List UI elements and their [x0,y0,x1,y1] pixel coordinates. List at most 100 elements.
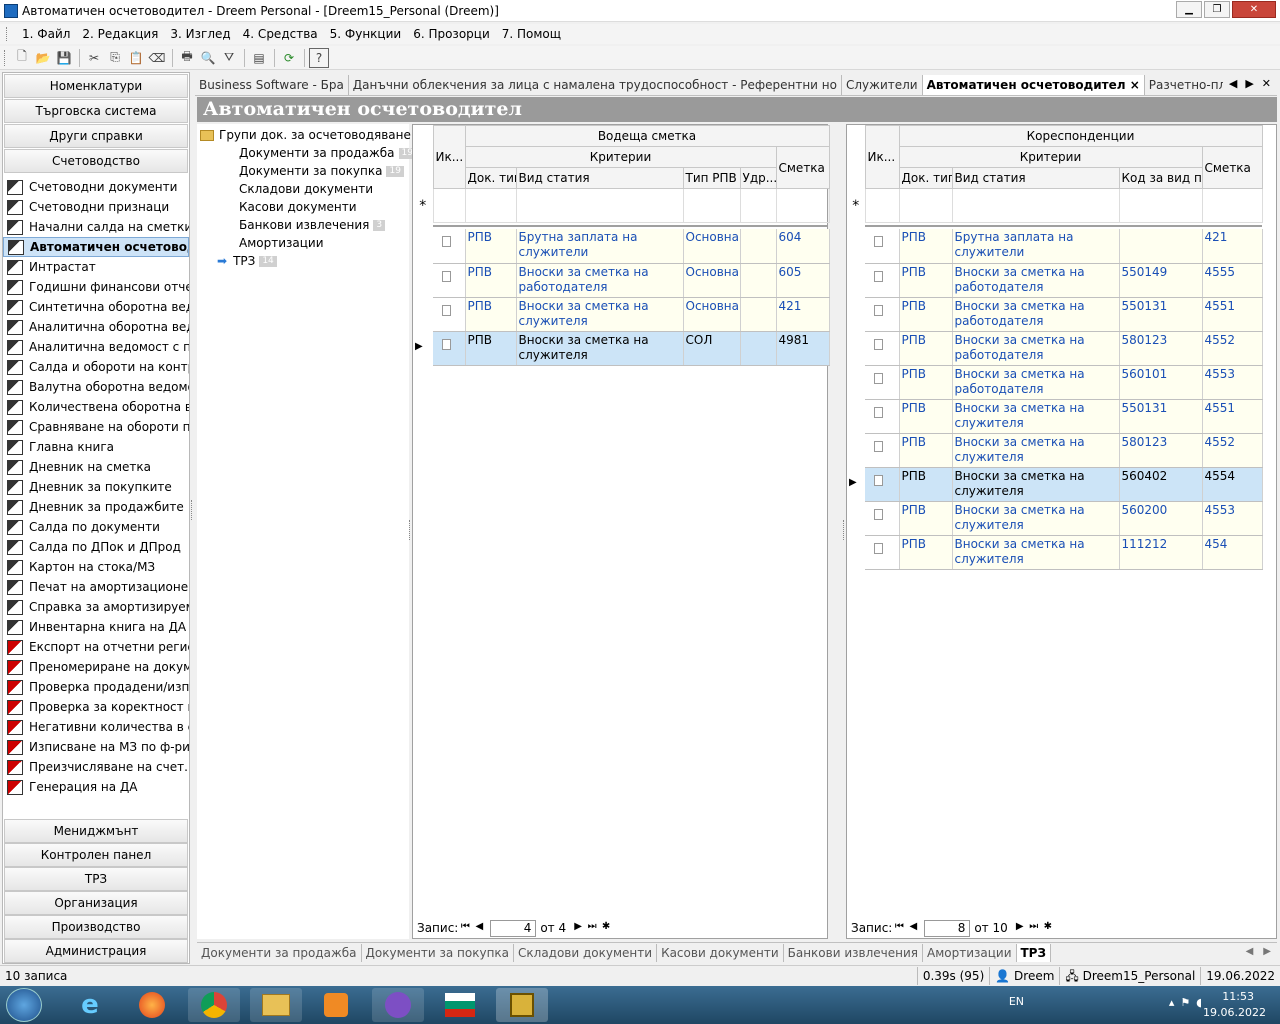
nav-section-header[interactable]: Администрация [4,939,188,963]
cell-type[interactable]: СОЛ [683,331,741,366]
nav-item[interactable]: Счетоводни признаци [3,197,189,217]
bulgarian-app-icon[interactable] [434,988,486,1022]
row-selector[interactable] [847,433,865,467]
group-tab[interactable]: Складови документи [514,943,658,962]
group-tab[interactable]: ТРЗ [1016,943,1052,962]
nav-item[interactable]: Дневник на сметка [3,457,189,477]
tab-next-icon[interactable]: ▶ [1245,74,1253,94]
cell-type[interactable]: Основна [683,229,741,264]
cell-kind[interactable]: Вноски за сметка на служителя [952,433,1120,468]
table-row[interactable]: РПВ Брутна заплата на служители 421 [847,229,1263,264]
cell-doc[interactable]: РПВ [899,535,953,570]
row-selector[interactable] [847,399,865,433]
nav-item[interactable]: Картон на стока/МЗ [3,557,189,577]
nav-item[interactable]: Сравняване на обороти п... [3,417,189,437]
col-icon-header[interactable]: Ик... [864,125,900,189]
cell-acc[interactable]: 454 [1202,535,1263,570]
new-record-icon[interactable]: ✱ [1042,921,1054,935]
row-selector[interactable] [847,331,865,365]
document-tab[interactable]: Служители [842,74,923,95]
group-tab[interactable]: Банкови извлечения [784,943,923,962]
cell-doc[interactable]: РПВ [465,263,517,298]
chrome-icon[interactable] [188,988,240,1022]
clock-date[interactable]: 19.06.2022 [1203,1006,1266,1019]
record-number-input[interactable]: 4 [490,919,537,937]
cell-acc[interactable]: 421 [1202,229,1263,264]
cell-type[interactable]: Основна [683,263,741,298]
cell-acc[interactable]: 4552 [1202,433,1263,468]
nav-item[interactable]: Експорт на отчетни регист... [3,637,189,657]
cell-ded[interactable] [740,263,777,298]
nav-item[interactable]: Начални салда на сметки [3,217,189,237]
nav-item[interactable]: Годишни финансови отче... [3,277,189,297]
file-explorer-icon[interactable] [250,988,302,1022]
tab-scroll-left-icon[interactable]: ◀ [1246,943,1254,961]
tree-root[interactable]: Групи док. за осчетоводяване [200,128,411,142]
cell-kind[interactable]: Брутна заплата на служители [516,229,684,264]
cell-code[interactable]: 580123 [1119,331,1203,366]
cell-code[interactable]: 560402 [1119,467,1203,502]
cell-code[interactable]: 560200 [1119,501,1203,536]
nav-item[interactable]: Салда по ДПок и ДПрод [3,537,189,557]
nav-item[interactable]: Интрастат [3,257,189,277]
cell-doc[interactable]: РПВ [899,433,953,468]
nav-item[interactable]: Автоматичен осчетовод... [3,237,189,257]
nav-item[interactable]: Дневник за продажбите [3,497,189,517]
row-selector[interactable] [847,365,865,399]
table-row[interactable]: РПВ Вноски за сметка на работодателя Основ… [413,263,830,298]
col-kind-header[interactable]: Вид статия [951,167,1120,189]
tree-node[interactable]: Амортизации [239,236,324,250]
cell-kind[interactable]: Вноски за сметка на служителя [952,399,1120,434]
cell-acc[interactable]: 4981 [776,331,830,366]
cell-acc[interactable]: 421 [776,297,830,332]
cell-ded[interactable] [740,229,777,264]
cell-code[interactable]: 111212 [1119,535,1203,570]
windows-start-icon[interactable] [6,988,42,1022]
print-icon[interactable]: 🖶 [177,48,197,68]
menu-file[interactable]: 1. Файл [16,27,76,41]
last-record-icon[interactable]: ⏭ [586,921,598,935]
paste-icon[interactable]: 📋 [126,48,146,68]
document-tab[interactable]: Данъчни облекчения за лица с намалена тр… [349,74,842,95]
cell-code[interactable]: 550149 [1119,263,1203,298]
menu-windows[interactable]: 6. Прозорци [407,27,496,41]
cell-acc[interactable]: 4554 [1202,467,1263,502]
cell-kind[interactable]: Вноски за сметка на работодателя [952,297,1120,332]
prev-record-icon[interactable]: ◀ [473,921,485,935]
close-button[interactable]: ✕ [1232,1,1276,18]
table-row[interactable]: РПВ Вноски за сметка на работодателя 55014… [847,263,1263,298]
nav-item[interactable]: Аналитична оборотна вед... [3,317,189,337]
next-record-icon[interactable]: ▶ [572,921,584,935]
cell-doc[interactable]: РПВ [899,331,953,366]
cell-kind[interactable]: Вноски за сметка на работодателя [952,263,1120,298]
group-tab[interactable]: Амортизации [923,943,1017,962]
cell-doc[interactable]: РПВ [899,501,953,536]
cell-kind[interactable]: Вноски за сметка на служителя [952,535,1120,570]
cell-doc[interactable]: РПВ [899,229,953,264]
cell-kind[interactable]: Вноски за сметка на служителя [952,467,1120,502]
nav-section-header[interactable]: ТРЗ [4,867,188,891]
viber-icon[interactable] [372,988,424,1022]
nav-section-header[interactable]: Търговска система [4,99,188,123]
cell-ded[interactable] [740,331,777,366]
nav-item[interactable]: Преномериране на докум... [3,657,189,677]
cell-doc[interactable]: РПВ [465,297,517,332]
row-selector[interactable] [413,297,433,331]
internet-explorer-icon[interactable]: e [64,988,116,1022]
nav-section-header[interactable]: Счетоводство [4,149,188,173]
cell-doc[interactable]: РПВ [899,365,953,400]
table-row[interactable]: РПВ Вноски за сметка на служителя 111212 45… [847,535,1263,570]
nav-section-header[interactable]: Други справки [4,124,188,148]
language-indicator[interactable]: EN [1009,995,1024,1008]
cell-kind[interactable]: Вноски за сметка на работодателя [952,365,1120,400]
cell-ded[interactable] [740,297,777,332]
nav-item[interactable]: Синтетична оборотна вед... [3,297,189,317]
new-record-icon[interactable]: ✱ [600,921,612,935]
cell-acc[interactable]: 4555 [1202,263,1263,298]
cell-doc[interactable]: РПВ [899,297,953,332]
nav-item[interactable]: Генерация на ДА [3,777,189,797]
nav-item[interactable]: Проверка продадени/изп... [3,677,189,697]
table-row[interactable]: РПВ Вноски за сметка на служителя 560200 45… [847,501,1263,536]
nav-item[interactable]: Салда по документи [3,517,189,537]
menu-view[interactable]: 3. Изглед [164,27,236,41]
